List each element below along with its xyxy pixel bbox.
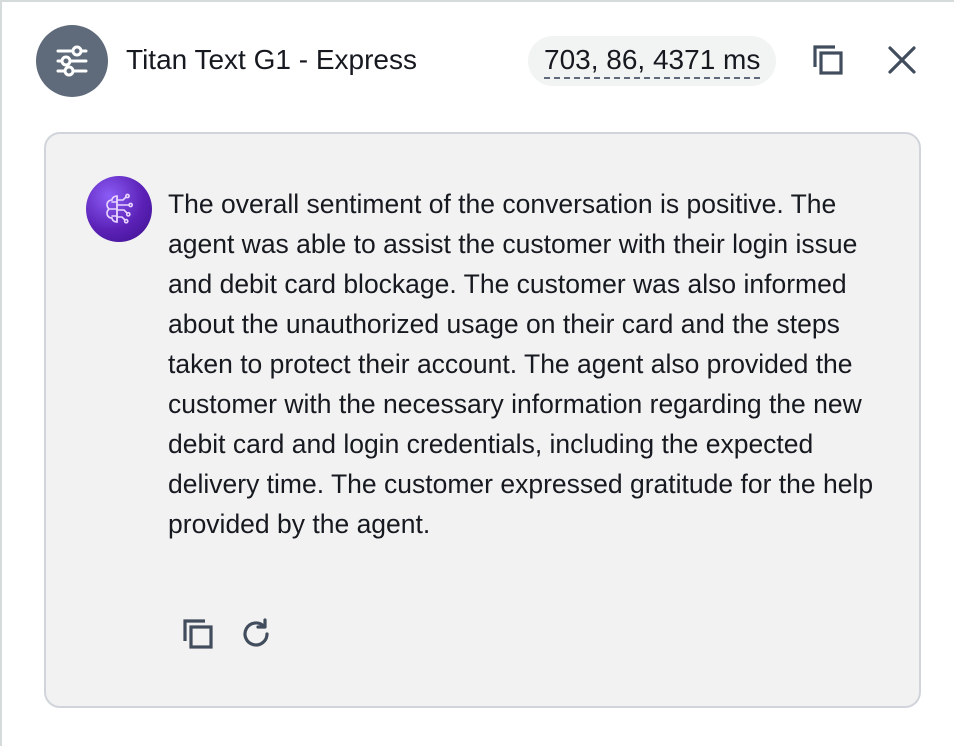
response-text: The overall sentiment of the conversatio… (168, 189, 874, 539)
model-settings-button[interactable] (36, 25, 108, 97)
metrics-text[interactable]: 703, 86, 4371 ms (544, 43, 761, 79)
panel-header: Titan Text G1 - Express 703, 86, 4371 ms (2, 2, 954, 122)
refresh-icon (243, 618, 269, 647)
copy-text-button[interactable] (176, 612, 220, 656)
metrics-badge[interactable]: 703, 86, 4371 ms (528, 36, 777, 86)
regenerate-button[interactable] (234, 612, 278, 656)
close-button[interactable] (880, 38, 924, 82)
ai-brain-icon (106, 193, 134, 224)
model-response-panel: Titan Text G1 - Express 703, 86, 4371 ms (0, 0, 954, 746)
copy-response-button[interactable] (806, 38, 850, 82)
response-card: The overall sentiment of the conversatio… (44, 132, 921, 708)
close-icon (888, 46, 916, 74)
response-actions (176, 612, 278, 656)
copy-icon (813, 45, 843, 75)
model-name: Titan Text G1 - Express (126, 44, 417, 75)
ai-avatar (86, 176, 152, 242)
copy-icon (183, 619, 213, 649)
sliders-icon (56, 45, 88, 77)
